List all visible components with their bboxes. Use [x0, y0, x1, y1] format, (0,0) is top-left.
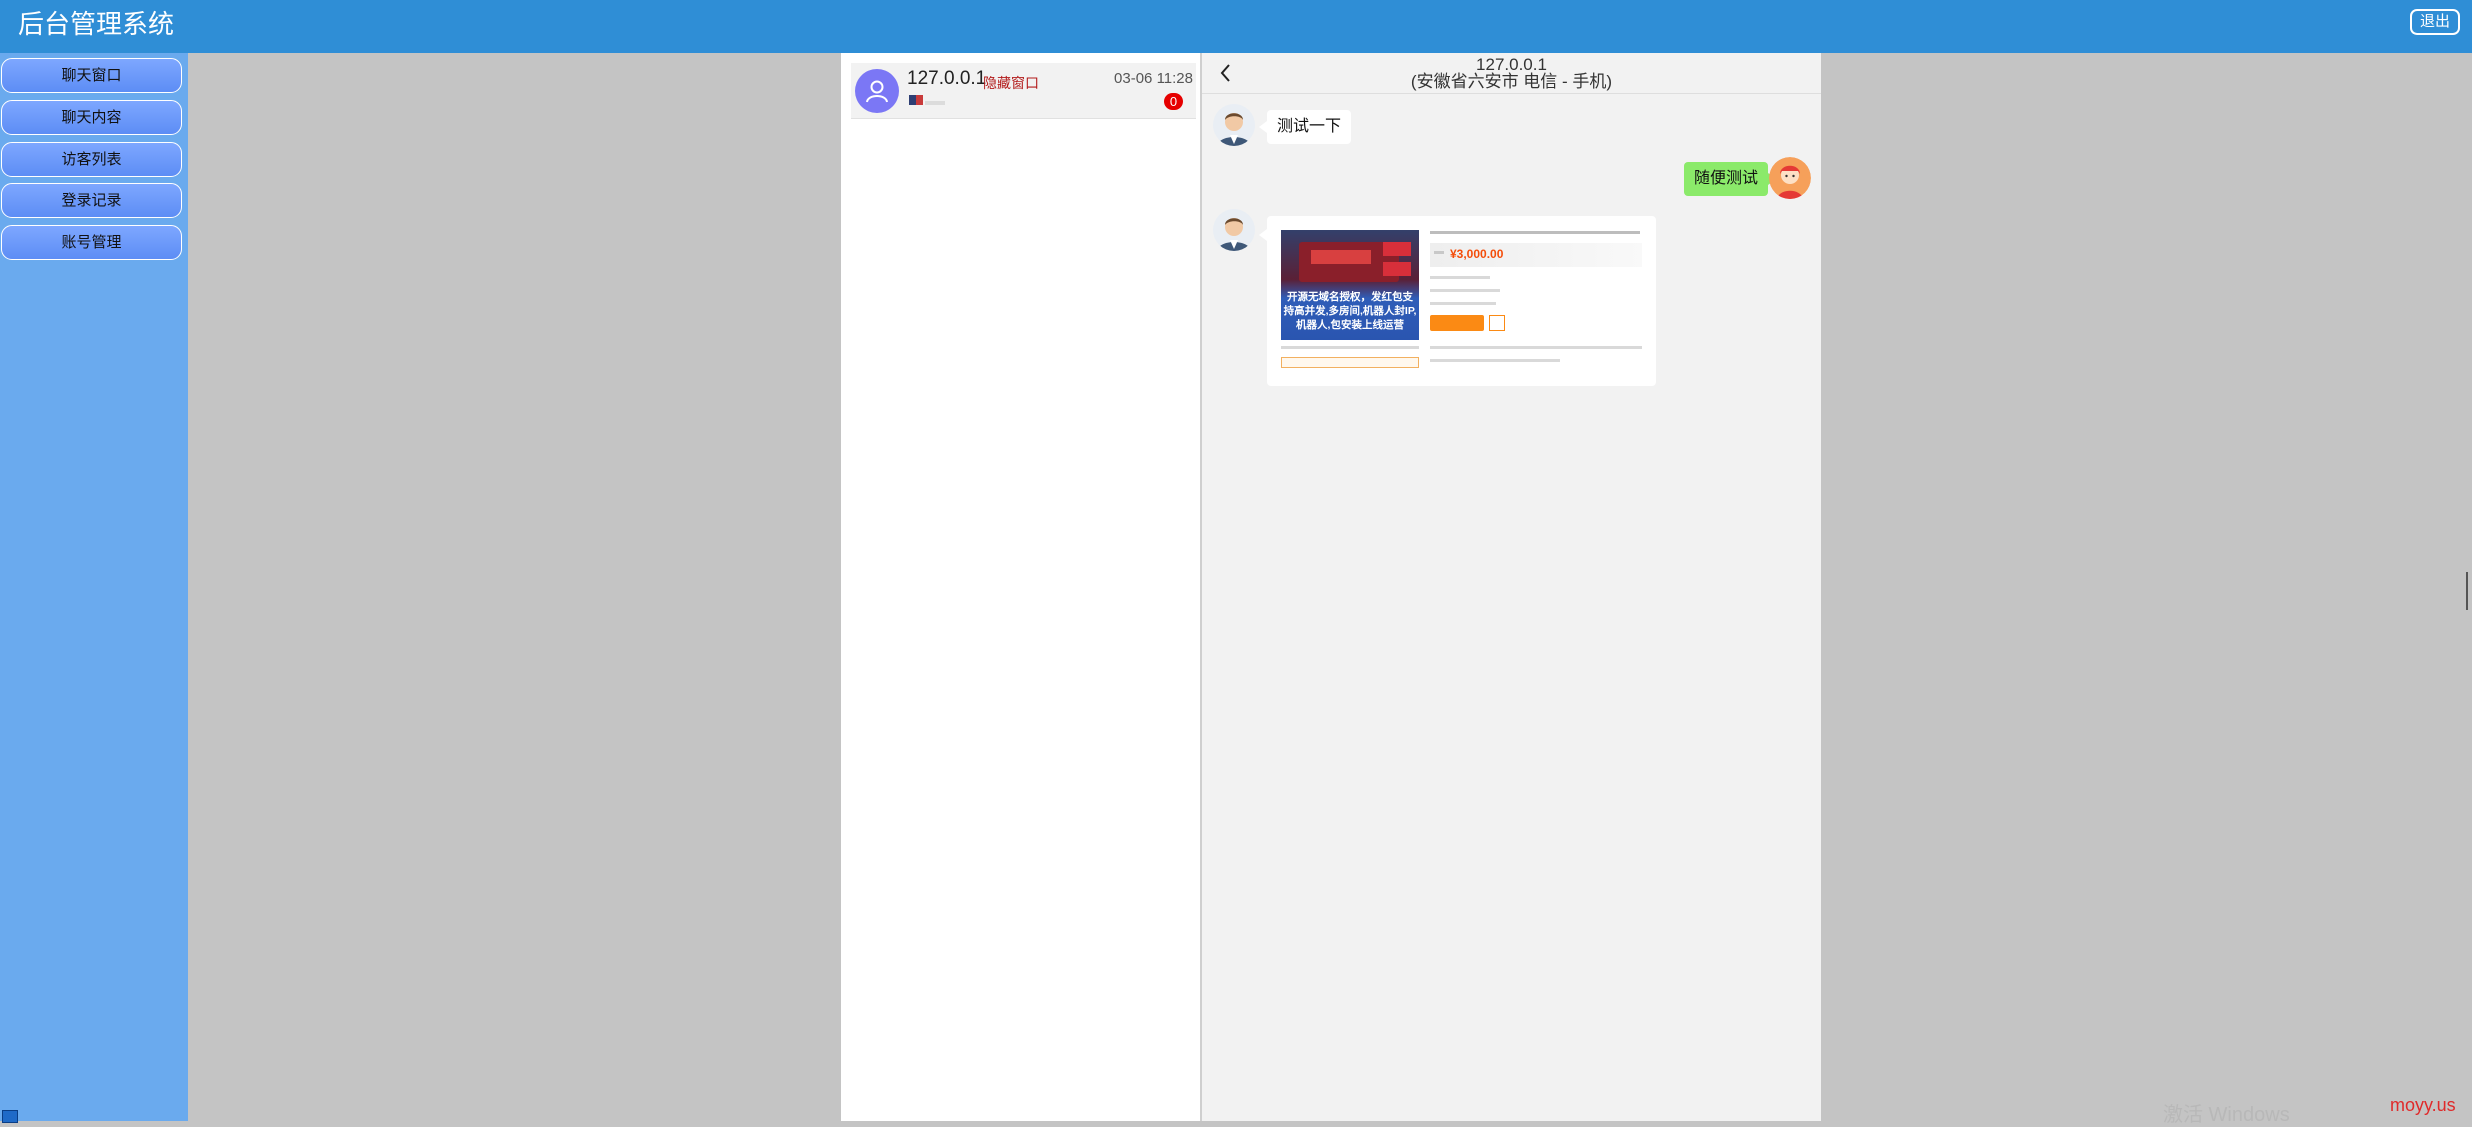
- last-message-preview: [925, 101, 945, 105]
- message-bubble: 随便测试: [1684, 162, 1777, 196]
- hide-window-link[interactable]: 隐藏窗口: [983, 73, 1039, 93]
- product-card-message[interactable]: 开源无域名授权，发红包支持高并发,多房间,机器人封IP,机器人,包安装上线运营 …: [1259, 216, 1656, 386]
- product-price: ¥3,000.00: [1450, 247, 1504, 261]
- activate-windows-watermark: 激活 Windows: [2163, 1104, 2290, 1126]
- chat-visitor-ip: 127.0.0.1: [1476, 55, 1547, 74]
- sidebar-item-chat-content[interactable]: 聊天内容: [1, 100, 182, 135]
- top-header: 后台管理系统 退出: [0, 0, 2472, 53]
- visitor-avatar-icon: [1213, 209, 1255, 251]
- logout-button[interactable]: 退出: [2409, 9, 2460, 35]
- text-cursor: [2466, 572, 2468, 610]
- session-list-item[interactable]: 127.0.0.1 隐藏窗口 03-06 11:28 0: [851, 63, 1196, 119]
- sidebar-item-visitor-list[interactable]: 访客列表: [1, 142, 182, 177]
- product-title: [1430, 231, 1650, 234]
- add-to-cart-icon[interactable]: [1489, 315, 1505, 331]
- sidebar-item-account-management[interactable]: 账号管理: [1, 225, 182, 260]
- chat-header: 127.0.0.1 (安徽省六安市 电信 - 手机): [1202, 53, 1821, 94]
- unread-badge: 0: [1164, 93, 1183, 110]
- buy-now-button[interactable]: [1430, 315, 1484, 331]
- sidebar-item-login-records[interactable]: 登录记录: [1, 183, 182, 218]
- product-image: 开源无域名授权，发红包支持高并发,多房间,机器人封IP,机器人,包安装上线运营: [1281, 230, 1419, 340]
- product-image-caption: 开源无域名授权，发红包支持高并发,多房间,机器人封IP,机器人,包安装上线运营: [1283, 291, 1417, 331]
- visitor-avatar-icon: [1213, 104, 1255, 146]
- chat-panel: 127.0.0.1 (安徽省六安市 电信 - 手机) 测试一下 随便测试 开源无…: [1200, 53, 1821, 1121]
- session-ip: 127.0.0.1: [907, 68, 987, 89]
- chat-visitor-location: (安徽省六安市 电信 - 手机): [1410, 72, 1613, 91]
- sidebar-item-chat-window[interactable]: 聊天窗口: [1, 58, 182, 93]
- site-watermark: moyy.us: [2390, 1095, 2456, 1115]
- price-box: ¥3,000.00: [1430, 243, 1642, 267]
- agent-avatar-icon: [1769, 157, 1811, 199]
- sidebar: 聊天窗口 聊天内容 访客列表 登录记录 账号管理: [0, 53, 188, 1121]
- session-list-panel: 127.0.0.1 隐藏窗口 03-06 11:28 0: [841, 53, 1200, 1121]
- last-message-thumbnail: [909, 95, 923, 105]
- session-time: 03-06 11:28: [1114, 70, 1193, 87]
- product-notice-strip: [1281, 357, 1419, 368]
- app-title: 后台管理系统: [18, 9, 175, 39]
- visitor-avatar-icon: [855, 69, 899, 113]
- message-bubble: 测试一下: [1258, 110, 1352, 144]
- taskbar-corner-icon: [2, 1110, 18, 1123]
